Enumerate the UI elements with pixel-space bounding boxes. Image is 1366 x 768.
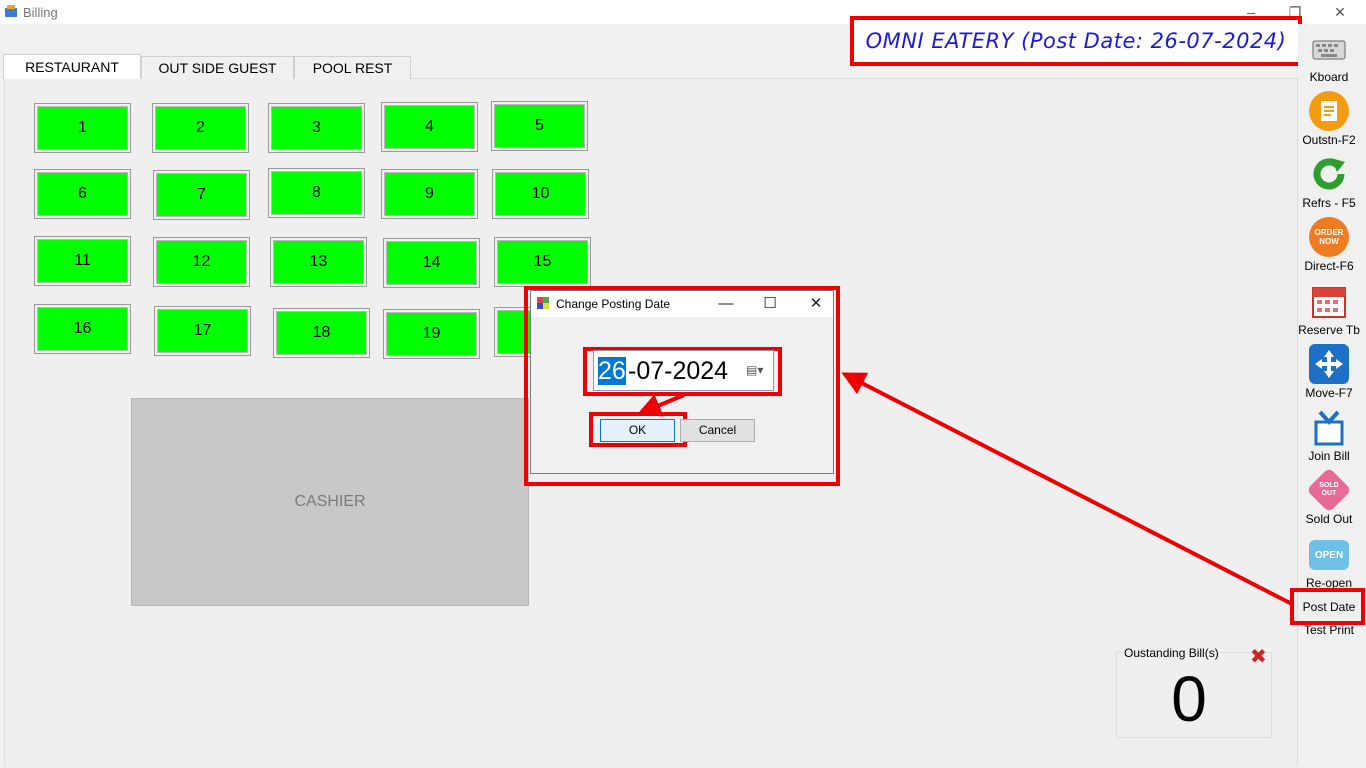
sold-out-icon: SOLD OUT bbox=[1306, 467, 1352, 513]
table-button-15[interactable]: 15 bbox=[494, 237, 591, 287]
cancel-button[interactable]: Cancel bbox=[680, 419, 755, 442]
table-button-16[interactable]: 16 bbox=[34, 304, 131, 354]
table-button-17[interactable]: 17 bbox=[154, 306, 251, 356]
app-icon bbox=[5, 5, 17, 17]
table-button-12[interactable]: 12 bbox=[153, 237, 250, 287]
dialog-title-bar: Change Posting Date — ☐ ✕ bbox=[531, 291, 833, 317]
tool-label: Reserve Tb bbox=[1298, 323, 1360, 337]
post-date-highlight bbox=[1290, 588, 1365, 625]
outstanding-icon bbox=[1309, 91, 1349, 131]
table-button-6[interactable]: 6 bbox=[34, 169, 131, 219]
dialog-app-icon bbox=[537, 297, 549, 309]
header-post-date-text: OMNI EATERY (Post Date: 26-07-2024) bbox=[865, 29, 1287, 53]
calendar-dropdown-icon[interactable]: ▤▾ bbox=[746, 363, 763, 377]
tab-out-side-guest[interactable]: OUT SIDE GUEST bbox=[141, 56, 294, 79]
ok-button[interactable]: OK bbox=[600, 419, 675, 442]
tool-label: Test Print bbox=[1303, 623, 1354, 637]
tool-label: Kboard bbox=[1309, 70, 1349, 84]
tool-label: Direct-F6 bbox=[1304, 259, 1354, 273]
order-now-icon: ORDER NOW bbox=[1309, 217, 1349, 257]
tool-label: Join Bill bbox=[1308, 449, 1350, 463]
window-title: Billing bbox=[23, 5, 58, 20]
close-button[interactable]: ✕ bbox=[1325, 2, 1355, 22]
tab-restaurant[interactable]: RESTAURANT bbox=[3, 54, 141, 79]
table-button-3[interactable]: 3 bbox=[268, 103, 365, 153]
header-banner: OMNI EATERY (Post Date: 26-07-2024) bbox=[850, 16, 1302, 66]
keyboard-button[interactable]: Kboard bbox=[1298, 28, 1360, 84]
tool-label: Sold Out bbox=[1305, 512, 1353, 526]
table-button-11[interactable]: 11 bbox=[34, 236, 131, 286]
refresh-icon bbox=[1309, 154, 1349, 194]
join-bill-icon bbox=[1309, 407, 1349, 447]
open-sign-icon: OPEN bbox=[1309, 540, 1349, 570]
table-button-18[interactable]: 18 bbox=[273, 308, 370, 358]
dialog-title: Change Posting Date bbox=[556, 297, 671, 311]
move-table-button[interactable]: Move-F7 bbox=[1298, 344, 1360, 400]
move-icon bbox=[1309, 344, 1349, 384]
table-button-2[interactable]: 2 bbox=[152, 103, 249, 153]
table-button-1[interactable]: 1 bbox=[34, 103, 131, 153]
table-button-10[interactable]: 10 bbox=[492, 169, 589, 219]
calendar-icon bbox=[1309, 281, 1349, 321]
tool-label: Outstn-F2 bbox=[1302, 133, 1356, 147]
table-button-7[interactable]: 7 bbox=[153, 170, 250, 220]
dialog-maximize-button[interactable]: ☐ bbox=[757, 294, 783, 314]
date-day-selected[interactable]: 26 bbox=[598, 357, 626, 385]
outstanding-bills-label: Oustanding Bill(s) bbox=[1122, 646, 1221, 660]
table-button-5[interactable]: 5 bbox=[491, 101, 588, 151]
posting-date-picker[interactable]: 26 -07-2024 ▤▾ bbox=[593, 350, 774, 391]
order-now-text: ORDER NOW bbox=[1314, 228, 1344, 246]
table-button-19[interactable]: 19 bbox=[383, 309, 480, 359]
direct-order-button[interactable]: ORDER NOW Direct-F6 bbox=[1298, 217, 1360, 273]
outstanding-bills-count: 0 bbox=[1171, 663, 1207, 735]
keyboard-icon bbox=[1309, 28, 1349, 68]
reserve-table-button[interactable]: Reserve Tb bbox=[1298, 281, 1360, 337]
tab-pool-rest[interactable]: POOL REST bbox=[294, 56, 411, 79]
tool-label: Move-F7 bbox=[1305, 386, 1353, 400]
sold-out-text: SOLD OUT bbox=[1319, 482, 1339, 497]
table-button-9[interactable]: 9 bbox=[381, 169, 478, 219]
date-month-year[interactable]: -07-2024 bbox=[628, 357, 728, 385]
outstanding-button[interactable]: Outstn-F2 bbox=[1298, 91, 1360, 147]
dialog-close-button[interactable]: ✕ bbox=[803, 294, 829, 314]
table-button-4[interactable]: 4 bbox=[381, 102, 478, 152]
cashier-panel[interactable]: CASHIER bbox=[131, 398, 529, 606]
open-sign-text: OPEN bbox=[1314, 549, 1344, 561]
join-bill-button[interactable]: Join Bill bbox=[1298, 407, 1360, 463]
table-button-8[interactable]: 8 bbox=[268, 168, 365, 218]
table-button-14[interactable]: 14 bbox=[383, 238, 480, 288]
sold-out-button[interactable]: SOLD OUT Sold Out bbox=[1298, 467, 1360, 526]
dialog-minimize-button[interactable]: — bbox=[713, 294, 739, 314]
table-button-13[interactable]: 13 bbox=[270, 237, 367, 287]
refresh-button[interactable]: Refrs - F5 bbox=[1298, 154, 1360, 210]
reopen-button[interactable]: OPEN Re-open bbox=[1298, 534, 1360, 590]
tool-label: Refrs - F5 bbox=[1302, 196, 1356, 210]
